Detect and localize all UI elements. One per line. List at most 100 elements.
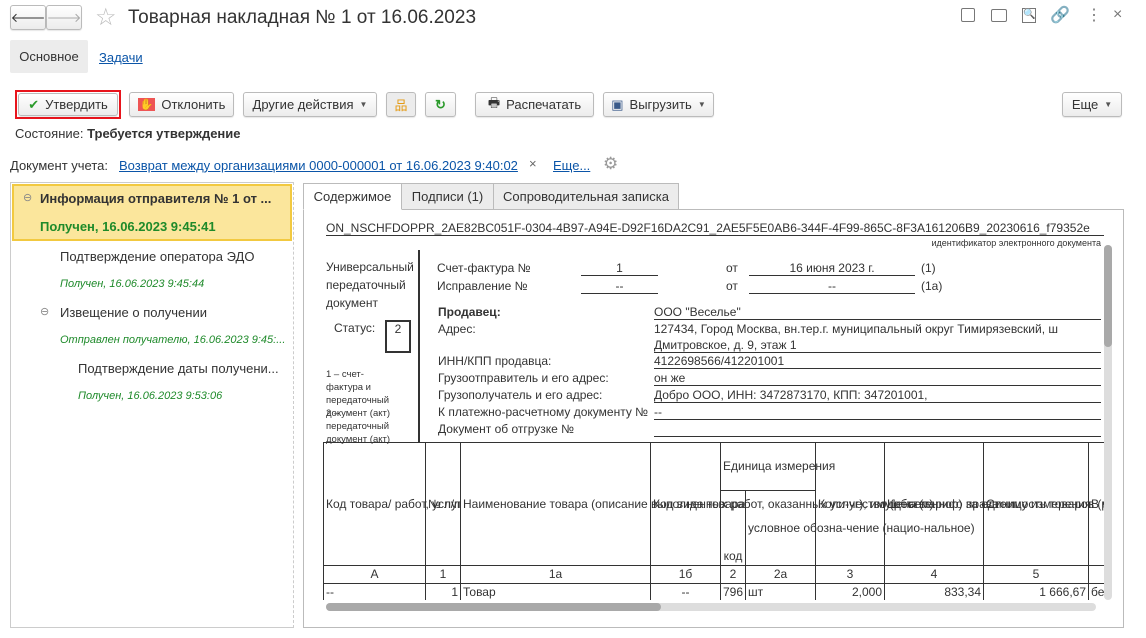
column-codes-row: А 1 1а 1б 2 2а 3 4 5 [323, 565, 1107, 584]
status-box: 2 [385, 320, 411, 353]
column-code: 1 [425, 565, 461, 584]
status-note: 2 – передаточный документ (акт) [326, 408, 391, 445]
seller-value: ООО "Веселье" [654, 305, 1101, 320]
invoice-date: 16 июня 2023 г. [749, 261, 915, 276]
arrow-right-icon: 🡒 [46, 9, 82, 25]
fix-number: -- [581, 279, 658, 294]
doc-identifier-caption: идентификатор электронного документа [931, 238, 1101, 248]
tree-item-status: Получен, 16.06.2023 9:45:44 [60, 278, 205, 290]
th: Код товара/ работ, услуг [323, 442, 461, 566]
more-vertical-icon[interactable]: ⋮ [1086, 5, 1102, 25]
invoice-ref: (1) [921, 261, 936, 275]
fix-date: -- [749, 279, 915, 294]
tree-item-title[interactable]: Извещение о получении [60, 305, 207, 320]
shipment-doc-value [654, 422, 1101, 437]
tree-item-status: Отправлен получателю, 16.06.2023 9:45:..… [60, 334, 286, 346]
printer-icon: 🖶 [487, 94, 501, 110]
th: № п/п [425, 442, 461, 566]
th: Наименование товара (описание выполненны… [460, 442, 999, 566]
gear-icon[interactable]: ⚙ [603, 154, 618, 174]
tab-cover-note[interactable]: Сопроводительная записка [493, 183, 679, 210]
th: Код вида товара [650, 442, 745, 566]
scrollbar-thumb[interactable] [326, 603, 661, 611]
forward-button[interactable]: 🡒 [46, 5, 82, 30]
tree-item-status: Получен, 16.06.2023 9:53:06 [78, 390, 223, 402]
status-label: Статус: [334, 321, 376, 335]
approve-button[interactable]: ✔ Утвердить [18, 93, 118, 116]
from-label: от [726, 279, 738, 293]
invoice-number: 1 [581, 261, 658, 276]
tab-main[interactable]: Основное [10, 40, 88, 73]
column-code: 4 [884, 565, 985, 584]
table-cell: 1 [425, 583, 461, 600]
upd-title: Универсальный передаточный документ [326, 260, 414, 310]
table-cell: -- [323, 583, 426, 600]
preview-icon[interactable]: 🔍 [1022, 8, 1036, 23]
fix-label: Исправление № [437, 279, 528, 293]
fix-ref: (1а) [921, 279, 943, 293]
clear-icon[interactable]: × [529, 156, 537, 171]
save-icon[interactable] [961, 8, 975, 22]
shipper-label: Грузоотправитель и его адрес: [438, 371, 609, 385]
goods-table: Код товара/ работ, услуг № п/п Наименовани… [323, 442, 1107, 600]
close-icon[interactable]: × [1113, 6, 1122, 24]
inn-label: ИНН/КПП продавца: [438, 354, 552, 368]
tab-content[interactable]: Содержимое [303, 183, 402, 210]
table-cell: Товар [460, 583, 651, 600]
invoice-label: Счет-фактура № [437, 261, 531, 275]
other-actions-button[interactable]: Другие действия ▼ [243, 92, 377, 117]
vertical-scrollbar[interactable] [1104, 245, 1112, 600]
from-label: от [726, 261, 738, 275]
consignee-value: Добро ООО, ИНН: 3472873170, КПП: 3472010… [654, 388, 1101, 403]
link-icon[interactable]: 🔗 [1050, 5, 1070, 25]
collapse-icon[interactable]: ⊖ [23, 191, 32, 204]
column-code: 5 [983, 565, 1090, 584]
inn-value: 4122698566/412201001 [654, 354, 1101, 369]
account-doc-link[interactable]: Возврат между организациями 0000-000001 … [119, 158, 518, 173]
caret-down-icon: ▼ [1104, 100, 1113, 109]
table-row[interactable]: -- 1 Товар -- 796 шт 2,000 833,34 1 666,67 бе [323, 583, 1107, 600]
column-code: 2 [720, 565, 746, 584]
tree-item-title[interactable]: Подтверждение даты получени... [78, 361, 279, 376]
tree-item-title[interactable]: Подтверждение оператора ЭДО [60, 249, 254, 264]
print-icon[interactable] [991, 9, 1007, 22]
column-code: 2а [744, 565, 817, 584]
doc-identifier: ON_NSCHFDOPPR_2AE82BC051F-0304-4B97-A94E… [326, 221, 1104, 236]
export-button[interactable]: ▣ Выгрузить ▼ [603, 92, 714, 117]
caret-down-icon: ▼ [697, 100, 706, 109]
more-button[interactable]: Еще ▼ [1062, 92, 1122, 117]
hierarchy-icon: 品 [394, 98, 408, 113]
account-doc-label: Документ учета: [10, 158, 109, 173]
account-doc-more-link[interactable]: Еще... [553, 158, 590, 173]
column-code: 1б [650, 565, 721, 584]
refresh-button[interactable]: ↻ [425, 92, 456, 117]
shipper-value: он же [654, 371, 1101, 386]
column-code: А [323, 565, 426, 584]
address-value: 127434, Город Москва, вн.тер.г. муниципа… [654, 322, 1059, 336]
column-code: 3 [815, 565, 886, 584]
tree-item-title[interactable]: Информация отправителя № 1 от ... [40, 191, 271, 206]
table-cell: 796 [720, 583, 746, 600]
payment-doc-value: -- [654, 405, 1101, 420]
address-value-line2: Дмитровское, д. 9, этаж 1 [654, 338, 1101, 353]
document-view: ON_NSCHFDOPPR_2AE82BC051F-0304-4B97-A94E… [303, 209, 1124, 628]
hand-stop-icon: ✋ [137, 98, 156, 111]
reject-button[interactable]: ✋ Отклонить [129, 92, 234, 117]
tab-signatures[interactable]: Подписи (1) [401, 183, 494, 210]
caret-down-icon: ▼ [359, 100, 368, 109]
structure-button[interactable]: 品 [386, 92, 416, 117]
status-value: Требуется утверждение [87, 126, 241, 141]
floppy-icon: ▣ [611, 96, 624, 112]
horizontal-scrollbar[interactable] [326, 603, 1096, 611]
scrollbar-thumb[interactable] [1104, 245, 1112, 347]
tab-tasks[interactable]: Задачи [99, 50, 143, 65]
star-icon[interactable]: ☆ [95, 3, 117, 32]
table-cell: 833,34 [884, 583, 985, 600]
consignee-label: Грузополучатель и его адрес: [438, 388, 603, 402]
table-cell: 1 666,67 [983, 583, 1090, 600]
back-button[interactable]: 🡐 [10, 5, 46, 30]
shipment-doc-label: Документ об отгрузке № [438, 422, 575, 436]
status-line: Состояние: Требуется утверждение [15, 126, 241, 141]
collapse-icon[interactable]: ⊖ [40, 305, 49, 318]
print-button[interactable]: 🖶 Распечатать [475, 92, 594, 117]
